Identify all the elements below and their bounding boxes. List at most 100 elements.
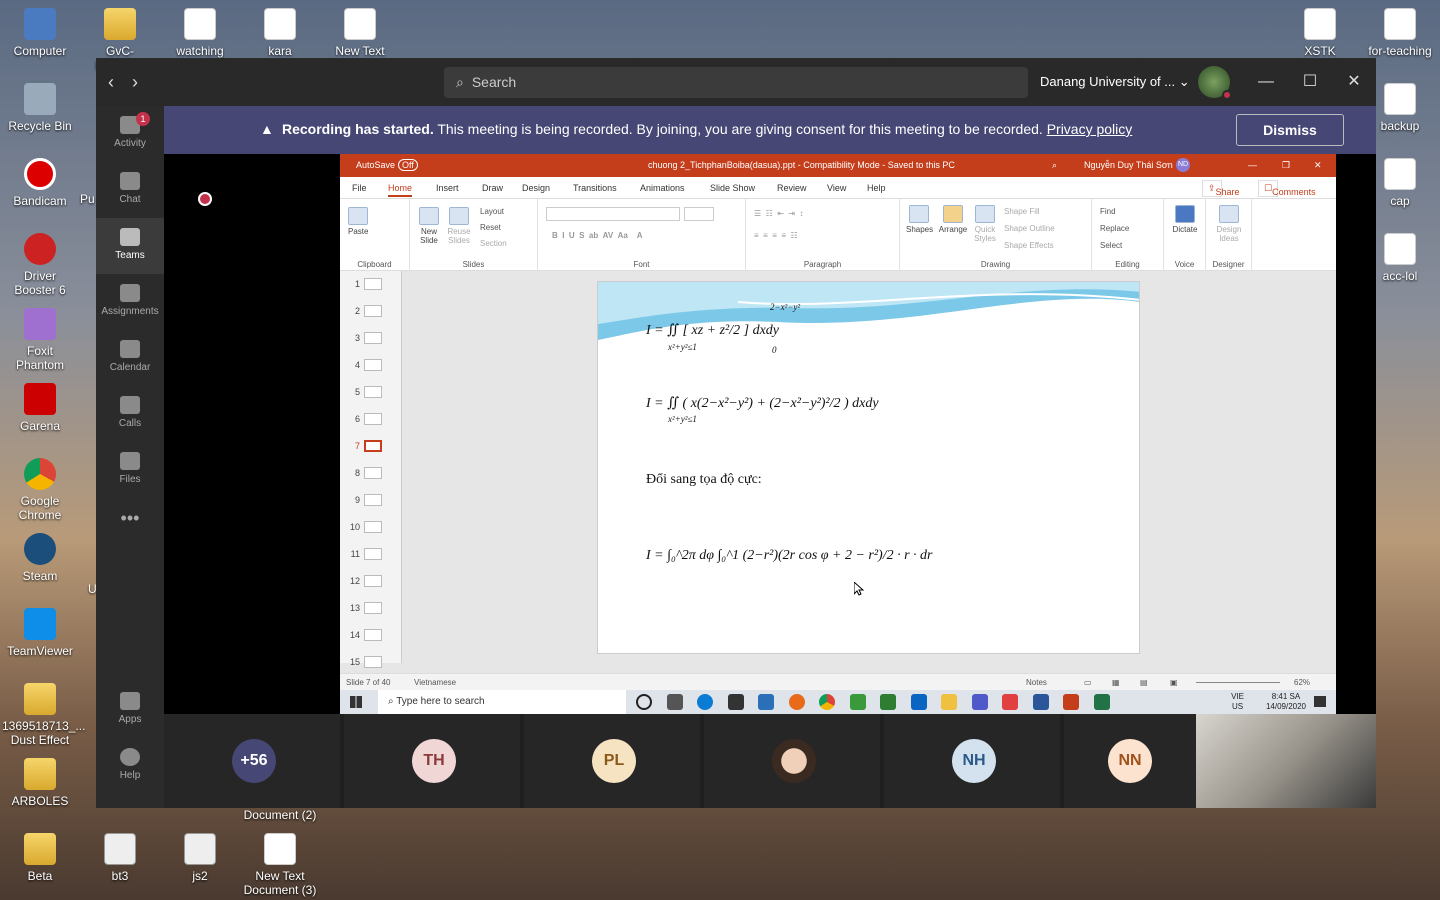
app-icon[interactable] [849,694,866,710]
reuse-slides-button[interactable]: Reuse Slides [446,207,472,245]
slide-thumbnail[interactable]: 4 [340,352,401,379]
slide-thumbnail[interactable]: 3 [340,325,401,352]
desktop-icon-dust-effect[interactable]: 1369518713_... Dust Effect [2,683,85,747]
tab-help[interactable]: Help [867,183,886,193]
shape-fill-button[interactable]: Shape Fill [1004,207,1040,216]
notes-button[interactable]: Notes [1026,678,1047,687]
language-indicator[interactable]: VIE US [1231,692,1244,712]
desktop-icon-kara[interactable]: kara [242,8,318,58]
participant-tile[interactable]: NH [884,714,1060,808]
restore-icon[interactable]: ❐ [1282,160,1290,171]
profile-avatar[interactable] [1198,66,1232,100]
close-icon[interactable]: ✕ [1332,58,1376,106]
notifications-icon[interactable] [1314,696,1326,707]
taskbar-search-input[interactable]: ⌕ Type here to search [378,690,626,714]
search-icon[interactable]: ⌕ [1052,160,1057,171]
normal-view-icon[interactable]: ▭ [1084,678,1092,687]
participant-tile[interactable]: TH [344,714,520,808]
teams-icon[interactable] [971,694,988,710]
align-buttons[interactable]: ≡ ≡ ≡ ≡ ☷ [754,231,798,240]
desktop-icon-watching[interactable]: watching [162,8,238,58]
shape-outline-button[interactable]: Shape Outline [1004,224,1055,233]
tab-insert[interactable]: Insert [436,183,459,193]
slide-thumbnail[interactable]: 8 [340,460,401,487]
dismiss-button[interactable]: Dismiss [1236,114,1344,146]
back-arrow-icon[interactable]: ‹ [108,72,114,92]
desktop-icon-chrome[interactable]: Google Chrome [2,458,78,522]
shapes-button[interactable]: Shapes [906,205,933,234]
paste-button[interactable]: Paste [348,207,368,236]
store-icon[interactable] [727,694,744,710]
org-switcher[interactable]: Danang University of ... ⌄ [1040,74,1190,90]
windows-start-icon[interactable] [350,696,362,708]
firefox-icon[interactable] [788,694,805,710]
user-avatar[interactable]: ND [1176,158,1190,172]
file-explorer-icon[interactable] [941,694,957,710]
participant-tile[interactable]: NN [1064,714,1196,808]
rail-item-apps[interactable]: Apps [96,682,164,738]
language-status[interactable]: Vietnamese [414,678,456,687]
participant-tile[interactable]: +56 [164,714,340,808]
desktop-icon-bt3[interactable]: bt3 [82,833,158,883]
task-view-icon[interactable] [666,694,683,710]
desktop-icon-teamviewer[interactable]: TeamViewer [2,608,78,658]
slide-thumbnail[interactable]: 5 [340,379,401,406]
tab-transitions[interactable]: Transitions [573,183,617,193]
forward-arrow-icon[interactable]: › [132,72,138,92]
replace-button[interactable]: Replace [1100,224,1129,233]
chrome-icon[interactable] [819,694,835,710]
cortana-icon[interactable] [636,694,652,710]
slide-thumbnail[interactable]: 15 [340,649,401,676]
slide-thumbnail[interactable]: 12 [340,568,401,595]
share-button[interactable]: ⇪ Share [1202,180,1240,197]
slideshow-view-icon[interactable]: ▣ [1170,678,1178,687]
privacy-policy-link[interactable]: Privacy policy [1047,121,1133,137]
tab-view[interactable]: View [827,183,846,193]
tab-slide-show[interactable]: Slide Show [710,183,755,193]
more-apps-button[interactable]: ••• [96,498,164,538]
rail-item-teams[interactable]: Teams [96,218,164,274]
zoom-slider[interactable] [1196,682,1280,683]
slide-thumbnail[interactable]: 2 [340,298,401,325]
tab-draw[interactable]: Draw [482,183,503,193]
mail-icon[interactable] [758,694,774,710]
slide-thumbnail[interactable]: 14 [340,622,401,649]
tab-design[interactable]: Design [522,183,550,193]
sorter-view-icon[interactable]: ▦ [1112,678,1120,687]
slide-thumbnail[interactable]: 6 [340,406,401,433]
rail-item-calendar[interactable]: Calendar [96,330,164,386]
reading-view-icon[interactable]: ▤ [1140,678,1148,687]
desktop-icon-js2[interactable]: js2 [162,833,238,883]
edge-icon[interactable] [697,694,713,710]
reset-button[interactable]: Reset [480,223,501,232]
dictate-button[interactable]: Dictate [1170,205,1200,234]
slide-thumbnail[interactable]: 13 [340,595,401,622]
desktop-icon-steam[interactable]: Steam [2,533,78,583]
find-button[interactable]: Find [1100,207,1116,216]
desktop-icon-garena[interactable]: Garena [2,383,78,433]
font-name-select[interactable] [546,207,680,221]
desktop-icon-xstk[interactable]: XSTK [1282,8,1358,58]
arrange-button[interactable]: Arrange [938,205,968,234]
slide-thumbnail[interactable]: 10 [340,514,401,541]
slide-thumbnail[interactable]: 11 [340,541,401,568]
outlook-icon[interactable] [910,694,927,710]
comments-button[interactable]: ☐ Comments [1258,180,1316,197]
search-input[interactable]: ⌕ Search [444,67,1028,98]
maximize-icon[interactable]: ☐ [1288,58,1332,106]
desktop-icon-arboles[interactable]: ARBOLES [2,758,78,808]
tab-file[interactable]: File [352,183,367,193]
quick-styles-button[interactable]: Quick Styles [972,205,998,243]
desktop-icon-for-teaching[interactable]: for-teaching [1362,8,1438,58]
desktop-icon-driver-booster[interactable]: Driver Booster 6 [2,233,78,297]
minimize-icon[interactable]: — [1248,160,1257,170]
desktop-icon-recycle-bin[interactable]: Recycle Bin [2,83,78,133]
slide-thumbnail[interactable]: 1 [340,271,401,298]
desktop-icon-new-text-document-3[interactable]: New Text Document (3) [242,833,318,897]
rail-item-files[interactable]: Files [96,442,164,498]
new-slide-button[interactable]: New Slide [416,207,442,245]
participant-tile[interactable] [704,714,880,808]
close-icon[interactable]: ✕ [1314,160,1322,171]
section-button[interactable]: Section [480,239,507,248]
app-icon[interactable] [880,694,896,710]
